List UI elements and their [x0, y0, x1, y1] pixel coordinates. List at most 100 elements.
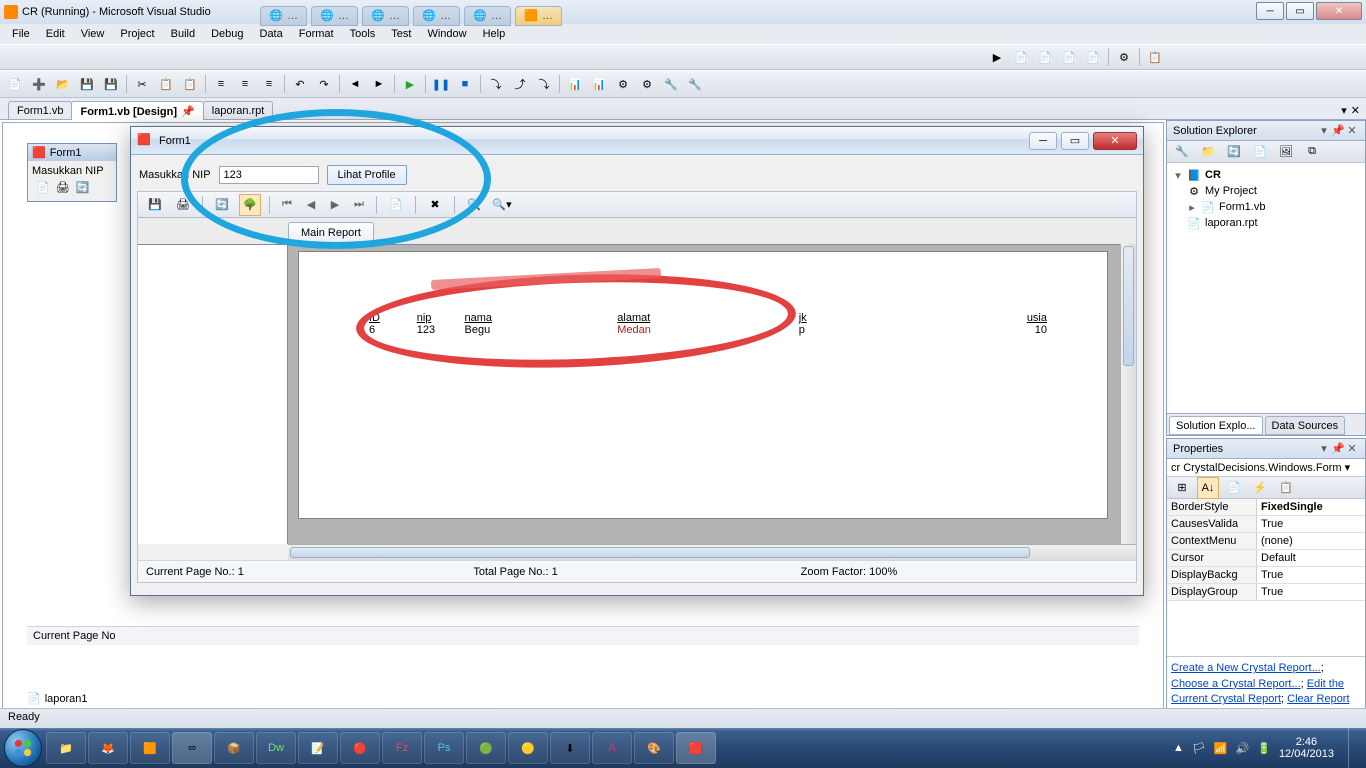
menu-format[interactable]: Format — [291, 26, 342, 42]
tray-volume-icon[interactable]: 🔊 — [1236, 742, 1250, 755]
open-icon[interactable]: 📂 — [52, 73, 74, 95]
menu-debug[interactable]: Debug — [203, 26, 251, 42]
menu-tools[interactable]: Tools — [342, 26, 384, 42]
nip-input[interactable] — [219, 166, 319, 184]
first-page-icon[interactable]: ⏮ — [278, 198, 296, 211]
menu-project[interactable]: Project — [112, 26, 162, 42]
cr-page-area[interactable]: ID6 nip123 namaBegu alamatMedan jkp usia… — [288, 244, 1120, 544]
tray-icon[interactable]: ▲ — [1173, 742, 1184, 754]
stop-icon[interactable]: ■ — [454, 73, 476, 95]
export-icon[interactable]: 💾 — [144, 194, 166, 216]
laporan-component[interactable]: 📄 laporan1 — [27, 692, 88, 705]
cr-group-tree[interactable] — [138, 244, 288, 544]
link-create-report[interactable]: Create a New Crystal Report... — [1171, 662, 1321, 674]
pause-icon[interactable]: ❚❚ — [430, 73, 452, 95]
toolbar-icon[interactable]: ⚙ — [636, 73, 658, 95]
os-close-button[interactable]: ✕ — [1316, 2, 1362, 20]
property-pages-icon[interactable]: 📋 — [1275, 477, 1297, 499]
tab-solution-explorer[interactable]: Solution Explo... — [1169, 416, 1263, 435]
toolbar-icon[interactable]: 📊 — [588, 73, 610, 95]
lihat-profile-button[interactable]: Lihat Profile — [327, 165, 407, 185]
refresh-icon[interactable]: 🔄 — [211, 194, 233, 216]
save-icon[interactable]: 💾 — [76, 73, 98, 95]
start-debug-icon[interactable]: ▶ — [399, 73, 421, 95]
toolbar-icon[interactable]: 📄 — [1058, 46, 1080, 68]
prev-page-icon[interactable]: ◀ — [302, 198, 320, 211]
toolbar-icon[interactable]: 🔧 — [660, 73, 682, 95]
taskbar-app[interactable]: 🟢 — [466, 732, 506, 764]
events-icon[interactable]: ⚡ — [1249, 477, 1271, 499]
properties-object[interactable]: cr CrystalDecisions.Windows.Form ▾ — [1167, 459, 1365, 477]
taskbar-explorer[interactable]: 📁 — [46, 732, 86, 764]
os-maximize-button[interactable]: ▭ — [1286, 2, 1314, 20]
view-code-icon[interactable]: 📄 — [1249, 141, 1271, 163]
taskbar-access[interactable]: A — [592, 732, 632, 764]
zoom-icon[interactable]: 🔍▾ — [491, 194, 513, 216]
toolbar-icon[interactable]: ⚙ — [1113, 46, 1135, 68]
step-icon[interactable]: ⤵ — [533, 73, 555, 95]
scroll-thumb[interactable] — [1123, 246, 1134, 366]
tree-item-myproject[interactable]: ⚙My Project — [1173, 183, 1359, 199]
panel-pin-icon[interactable]: 📌 — [1331, 442, 1345, 455]
menu-test[interactable]: Test — [383, 26, 419, 42]
panel-pin-icon[interactable]: 📌 — [1331, 124, 1345, 137]
tree-item-laporan[interactable]: 📄laporan.rpt — [1173, 215, 1359, 231]
goto-icon[interactable]: 📄 — [385, 194, 407, 216]
tab-close-icon[interactable]: ✕ — [1351, 104, 1360, 117]
prop-row[interactable]: CursorDefault — [1167, 550, 1365, 567]
tab-form1-design[interactable]: Form1.vb [Design]📌 — [71, 101, 203, 120]
taskbar-clock[interactable]: 2:46 12/04/2013 — [1279, 736, 1334, 760]
vertical-scrollbar[interactable] — [1120, 244, 1136, 544]
toolbar-icon[interactable]: ▶ — [986, 46, 1008, 68]
prop-row[interactable]: ContextMenu(none) — [1167, 533, 1365, 550]
taskbar-app[interactable]: ⬇ — [550, 732, 590, 764]
toolbar-icon[interactable]: 🔧 — [684, 73, 706, 95]
menu-help[interactable]: Help — [475, 26, 514, 42]
link-choose-report[interactable]: Choose a Crystal Report... — [1171, 678, 1301, 690]
show-all-icon[interactable]: 📁 — [1197, 141, 1219, 163]
prop-row[interactable]: DisplayBackgTrue — [1167, 567, 1365, 584]
menu-window[interactable]: Window — [419, 26, 474, 42]
toolbar-icon[interactable]: 📄 — [1034, 46, 1056, 68]
align-icon[interactable]: ≡ — [258, 73, 280, 95]
properties-icon[interactable]: 🔧 — [1171, 141, 1193, 163]
new-project-icon[interactable]: 📄 — [4, 73, 26, 95]
minimize-button[interactable]: ─ — [1029, 132, 1057, 150]
horizontal-scrollbar[interactable] — [288, 544, 1136, 560]
toolbar-icon[interactable]: 📄 — [1082, 46, 1104, 68]
menu-build[interactable]: Build — [163, 26, 203, 42]
taskbar-visual-studio[interactable]: ∞ — [172, 732, 212, 764]
show-desktop-button[interactable] — [1348, 728, 1358, 768]
undo-icon[interactable]: ↶ — [289, 73, 311, 95]
panel-dropdown-icon[interactable]: ▾ — [1317, 124, 1331, 137]
scroll-thumb[interactable] — [290, 547, 1030, 558]
tab-laporan-rpt[interactable]: laporan.rpt — [203, 101, 274, 119]
step-icon[interactable]: ⤴ — [509, 73, 531, 95]
categorized-icon[interactable]: ⊞ — [1171, 477, 1193, 499]
tray-flag-icon[interactable]: 🏳 — [1192, 742, 1206, 755]
taskbar-filezilla[interactable]: Fz — [382, 732, 422, 764]
alphabetical-icon[interactable]: A↓ — [1197, 477, 1219, 499]
properties-page-icon[interactable]: 📄 — [1223, 477, 1245, 499]
taskbar-dreamweaver[interactable]: Dw — [256, 732, 296, 764]
taskbar-xampp[interactable]: 🟧 — [130, 732, 170, 764]
redo-icon[interactable]: ↷ — [313, 73, 335, 95]
tab-data-sources[interactable]: Data Sources — [1265, 416, 1346, 435]
menu-file[interactable]: File — [4, 26, 38, 42]
taskbar-running-form[interactable]: 🟥 — [676, 732, 716, 764]
maximize-button[interactable]: ▭ — [1061, 132, 1089, 150]
nav-fwd-icon[interactable]: ► — [368, 73, 390, 95]
refresh-icon[interactable]: 🔄 — [1223, 141, 1245, 163]
prop-row[interactable]: DisplayGroupTrue — [1167, 584, 1365, 601]
pin-icon[interactable]: 📌 — [181, 106, 195, 118]
nav-back-icon[interactable]: ◄ — [344, 73, 366, 95]
menu-edit[interactable]: Edit — [38, 26, 73, 42]
copy-icon[interactable]: 📋 — [155, 73, 177, 95]
taskbar-app[interactable]: 📦 — [214, 732, 254, 764]
panel-close-icon[interactable]: ✕ — [1345, 124, 1359, 137]
tray-network-icon[interactable]: 📶 — [1214, 742, 1228, 755]
toolbar-icon[interactable]: 📋 — [1144, 46, 1166, 68]
panel-dropdown-icon[interactable]: ▾ — [1317, 442, 1331, 455]
menu-data[interactable]: Data — [252, 26, 291, 42]
align-icon[interactable]: ≡ — [234, 73, 256, 95]
